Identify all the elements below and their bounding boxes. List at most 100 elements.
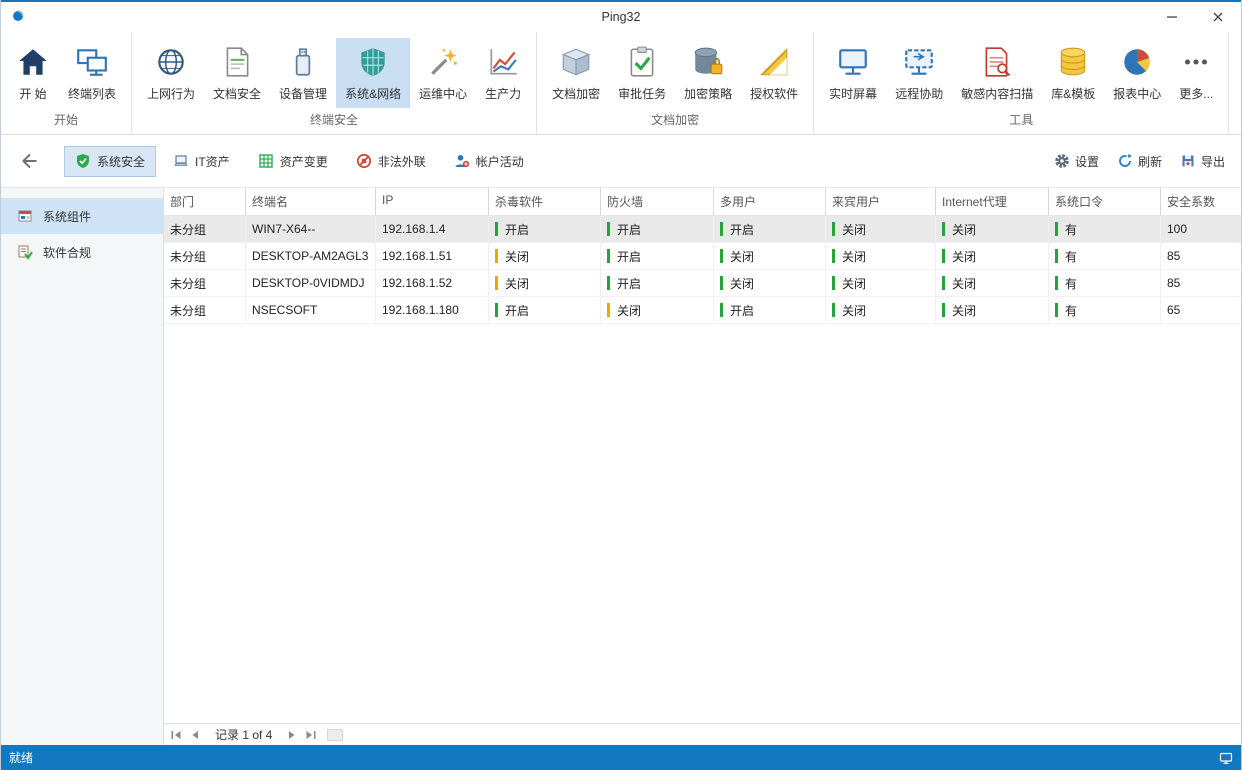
column-header[interactable]: 安全系数 — [1160, 188, 1241, 215]
ribbon-button-productivity[interactable]: 生产力 — [476, 38, 530, 108]
table-row[interactable]: 未分组WIN7-X64--192.168.1.4开启开启开启关闭关闭有100 — [164, 216, 1241, 243]
tab-it-asset[interactable]: IT资产 — [163, 147, 240, 176]
ribbon-group-label: 文档加密 — [537, 108, 813, 134]
table-cell: 有 — [1048, 270, 1160, 296]
cell-text: WIN7-X64-- — [252, 222, 315, 236]
table-cell: 85 — [1160, 270, 1241, 296]
ribbon-group-label: 终端安全 — [132, 108, 536, 134]
table-cell: 192.168.1.52 — [375, 270, 488, 296]
ribbon-button-system-network[interactable]: 系统&网络 — [336, 38, 410, 108]
window-title: Ping32 — [1, 10, 1241, 24]
h-scrollbar-thumb[interactable] — [327, 729, 343, 741]
ribbon-button-sensitive-scan[interactable]: 敏感内容扫描 — [952, 38, 1042, 108]
ribbon-button-realtime-screen[interactable]: 实时屏幕 — [820, 38, 886, 108]
back-button[interactable] — [17, 150, 39, 172]
table-cell: 开启 — [600, 243, 713, 269]
ribbon-button-terminal-list[interactable]: 终端列表 — [59, 38, 125, 108]
column-header[interactable]: 杀毒软件 — [488, 188, 600, 215]
tab-asset-change[interactable]: 资产变更 — [248, 147, 338, 176]
column-header[interactable]: 终端名 — [245, 188, 375, 215]
status-bar — [607, 276, 610, 290]
content-panel: 部门终端名IP杀毒软件防火墙多用户来宾用户Internet代理系统口令安全系数 … — [164, 188, 1241, 745]
pager-last-button[interactable] — [305, 729, 317, 741]
status-bar — [495, 276, 498, 290]
cell-text: 关闭 — [505, 275, 529, 292]
ribbon-button-encrypt-policy[interactable]: 加密策略 — [675, 38, 741, 108]
table-cell: 关闭 — [825, 243, 935, 269]
column-header[interactable]: 部门 — [164, 188, 245, 215]
column-header[interactable]: 系统口令 — [1048, 188, 1160, 215]
doc-encrypt-icon — [559, 45, 593, 79]
ribbon-button-system-settings[interactable]: 系统设置 — [1235, 38, 1242, 108]
status-bar — [607, 303, 610, 317]
cell-text: 关闭 — [842, 302, 866, 319]
action-label: 导出 — [1201, 153, 1225, 170]
table-row[interactable]: 未分组DESKTOP-0VIDMDJ192.168.1.52关闭开启关闭关闭关闭… — [164, 270, 1241, 297]
pg-prev-icon — [189, 729, 201, 741]
minimize-button[interactable] — [1149, 2, 1195, 32]
ribbon-button-web-behavior[interactable]: 上网行为 — [138, 38, 204, 108]
pager-first-button[interactable] — [170, 729, 182, 741]
column-header[interactable]: IP — [375, 188, 488, 215]
action-refresh-button[interactable]: 刷新 — [1117, 153, 1162, 170]
statusbar-tray-button[interactable] — [1219, 751, 1233, 765]
cell-text: 开启 — [730, 302, 754, 319]
ribbon: 开 始终端列表开始上网行为文档安全设备管理系统&网络运维中心生产力终端安全文档加… — [1, 32, 1241, 135]
terminal-list-icon — [75, 45, 109, 79]
tab-illegal-external[interactable]: 非法外联 — [346, 147, 436, 176]
cell-text: 未分组 — [170, 275, 206, 292]
ribbon-button-more[interactable]: 更多... — [1170, 38, 1222, 108]
ribbon-group: 系统设置关 于其他 — [1229, 32, 1242, 134]
table-row[interactable]: 未分组DESKTOP-AM2AGL3192.168.1.51关闭开启关闭关闭关闭… — [164, 243, 1241, 270]
tab-system-security[interactable]: 系统安全 — [65, 147, 155, 176]
toolbar-actions: 设置 刷新 导出 — [1054, 153, 1225, 170]
ribbon-button-licensed-software[interactable]: 授权软件 — [741, 38, 807, 108]
pager-prev-button[interactable] — [189, 729, 201, 741]
tab-label: IT资产 — [195, 153, 230, 170]
ribbon-button-device-mgmt[interactable]: 设备管理 — [270, 38, 336, 108]
cell-text: 192.168.1.51 — [382, 249, 452, 263]
ribbon-button-label: 远程协助 — [895, 85, 943, 102]
close-button[interactable] — [1195, 2, 1241, 32]
cell-text: 192.168.1.52 — [382, 276, 452, 290]
sidebar: 系统组件软件合规 — [1, 188, 164, 745]
cell-text: 开启 — [505, 221, 529, 238]
table-body: 未分组WIN7-X64--192.168.1.4开启开启开启关闭关闭有100未分… — [164, 216, 1241, 324]
ribbon-button-library-template[interactable]: 库&模板 — [1042, 38, 1104, 108]
pg-last-icon — [305, 729, 317, 741]
column-header[interactable]: Internet代理 — [935, 188, 1048, 215]
column-header[interactable]: 防火墙 — [600, 188, 713, 215]
sidebar-item-system-components[interactable]: 系统组件 — [1, 198, 163, 234]
table-row[interactable]: 未分组NSECSOFT192.168.1.180开启关闭开启关闭关闭有65 — [164, 297, 1241, 324]
action-export-button[interactable]: 导出 — [1180, 153, 1225, 170]
ribbon-button-label: 文档加密 — [552, 85, 600, 102]
action-settings-button[interactable]: 设置 — [1054, 153, 1099, 170]
ribbon-button-ops-center[interactable]: 运维中心 — [410, 38, 476, 108]
table-cell: 关闭 — [935, 216, 1048, 242]
cell-text: 关闭 — [952, 221, 976, 238]
tab-account-activity[interactable]: 帐户活动 — [444, 147, 534, 176]
table-cell: 192.168.1.180 — [375, 297, 488, 323]
action-label: 设置 — [1075, 153, 1099, 170]
pager-buttons-after — [286, 729, 317, 741]
ribbon-button-report-center[interactable]: 报表中心 — [1104, 38, 1170, 108]
ribbon-button-remote-assist[interactable]: 远程协助 — [886, 38, 952, 108]
ribbon-button-home[interactable]: 开 始 — [7, 38, 59, 108]
column-header[interactable]: 多用户 — [713, 188, 825, 215]
table-cell: 关闭 — [825, 270, 935, 296]
account-activity-icon — [454, 153, 470, 169]
sidebar-item-label: 软件合规 — [43, 244, 91, 261]
ribbon-button-label: 加密策略 — [684, 85, 732, 102]
pg-first-icon — [170, 729, 182, 741]
window-controls — [1149, 2, 1241, 32]
ribbon-button-doc-encrypt[interactable]: 文档加密 — [543, 38, 609, 108]
table-cell: 有 — [1048, 297, 1160, 323]
pager-next-button[interactable] — [286, 729, 298, 741]
column-header[interactable]: 来宾用户 — [825, 188, 935, 215]
ribbon-button-doc-security[interactable]: 文档安全 — [204, 38, 270, 108]
ribbon-button-approval-task[interactable]: 审批任务 — [609, 38, 675, 108]
sidebar-item-software-compliance[interactable]: 软件合规 — [1, 234, 163, 270]
table-cell: 85 — [1160, 243, 1241, 269]
ribbon-group-label: 工具 — [814, 108, 1228, 134]
table-cell: 关闭 — [825, 297, 935, 323]
